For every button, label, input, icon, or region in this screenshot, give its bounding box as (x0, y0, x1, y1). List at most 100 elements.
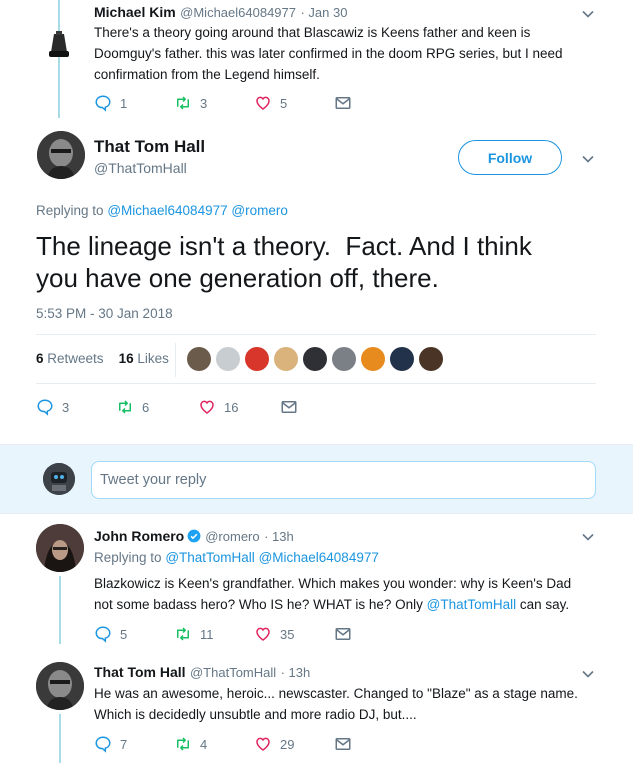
retweet-count: 3 (200, 95, 208, 111)
like-count: 29 (280, 736, 295, 752)
tweet-text: He was an awesome, heroic... newscaster.… (94, 683, 578, 725)
retweet-count: 6 (142, 399, 150, 415)
avatar[interactable] (303, 347, 327, 371)
retweet-button[interactable]: 11 (174, 625, 254, 643)
tweet-text-span: can say. (516, 597, 570, 612)
message-icon (280, 398, 298, 416)
author-handle[interactable]: @Michael64084977 (180, 5, 296, 20)
tweet-text-line: confirmation from the Legend himself. (94, 67, 320, 82)
caret-down-icon[interactable] (580, 151, 596, 167)
reply-button[interactable]: 1 (94, 94, 174, 112)
main-author: That Tom Hall @ThatTomHall (94, 137, 205, 176)
tweet-text-line: The lineage isn't a theory. Fact. And I … (36, 231, 532, 261)
reply-icon (94, 625, 112, 643)
main-tweet-text: The lineage isn't a theory. Fact. And I … (36, 230, 532, 294)
tweet-text-line: He was an awesome, heroic... newscaster.… (94, 686, 578, 701)
author-handle[interactable]: @romero (205, 529, 259, 544)
reply-count: 5 (120, 626, 128, 642)
divider (36, 334, 596, 335)
likes-stat[interactable]: 16 Likes (119, 351, 169, 366)
retweet-button[interactable]: 3 (174, 94, 254, 112)
like-button[interactable]: 16 (198, 398, 280, 416)
reply-button[interactable]: 7 (94, 735, 174, 753)
tweet-actions: 5 11 35 (94, 625, 414, 643)
tweet-text-span: not some badass hero? Who IS he? WHAT is… (94, 597, 427, 612)
reply-count: 3 (62, 399, 70, 415)
avatar[interactable] (37, 131, 85, 179)
tweet-time[interactable]: · Jan 30 (300, 5, 347, 20)
avatar[interactable] (216, 347, 240, 371)
tweet-time[interactable]: · 13h (264, 529, 294, 544)
verified-icon (187, 529, 201, 543)
mention-link[interactable]: @romero (231, 203, 287, 218)
author-name[interactable]: John Romero (94, 528, 184, 544)
tweet-actions: 1 3 5 (94, 94, 414, 112)
avatar[interactable] (419, 347, 443, 371)
reply-icon (94, 94, 112, 112)
reply-input[interactable]: Tweet your reply (91, 461, 596, 499)
message-button[interactable] (334, 94, 414, 112)
author-handle[interactable]: @ThatTomHall (190, 665, 276, 680)
message-button[interactable] (280, 398, 360, 416)
replying-prefix: Replying to (36, 203, 104, 218)
tweet-time[interactable]: · 13h (281, 665, 311, 680)
avatar[interactable] (390, 347, 414, 371)
message-icon (334, 625, 352, 643)
like-button[interactable]: 35 (254, 625, 334, 643)
tweet-actions: 7 4 29 (94, 735, 414, 753)
thread-line (59, 714, 61, 763)
retweet-icon (174, 625, 192, 643)
like-button[interactable]: 5 (254, 94, 334, 112)
message-button[interactable] (334, 625, 414, 643)
author-name[interactable]: Michael Kim (94, 4, 176, 20)
retweet-icon (116, 398, 134, 416)
mention-link[interactable]: @ThatTomHall (427, 597, 516, 612)
like-count: 5 (280, 95, 288, 111)
divider (36, 383, 596, 384)
author-handle[interactable]: @ThatTomHall (94, 160, 205, 176)
mention-link[interactable]: @Michael64084977 (107, 203, 227, 218)
avatar[interactable] (361, 347, 385, 371)
follow-button[interactable]: Follow (458, 140, 562, 175)
message-icon (334, 735, 352, 753)
avatar[interactable] (45, 30, 73, 62)
like-icon (198, 398, 216, 416)
like-icon (254, 735, 272, 753)
tweet-stats: 6 Retweets 16 Likes (36, 351, 169, 366)
avatar (43, 463, 75, 495)
avatar[interactable] (332, 347, 356, 371)
replying-prefix: Replying to (94, 550, 162, 565)
reply-button[interactable]: 5 (94, 625, 174, 643)
like-count: 16 (224, 399, 239, 415)
retweets-stat[interactable]: 6 Retweets (36, 351, 104, 366)
avatar[interactable] (274, 347, 298, 371)
avatar[interactable] (36, 524, 84, 572)
liker-avatars (187, 347, 448, 371)
avatar[interactable] (245, 347, 269, 371)
mention-link[interactable]: @ThatTomHall (165, 550, 254, 565)
retweet-count: 4 (200, 736, 208, 752)
reply-count: 1 (120, 95, 128, 111)
avatar[interactable] (187, 347, 211, 371)
like-icon (254, 625, 272, 643)
retweet-icon (174, 735, 192, 753)
like-button[interactable]: 29 (254, 735, 334, 753)
caret-down-icon[interactable] (580, 666, 596, 682)
message-icon (334, 94, 352, 112)
author-name[interactable]: That Tom Hall (94, 137, 205, 157)
author-name[interactable]: That Tom Hall (94, 664, 186, 680)
thread-line (59, 576, 61, 644)
tweet-text-line: Doomguy's father. this was later confirm… (94, 46, 563, 61)
replying-to: Replying to @ThatTomHall @Michael6408497… (94, 550, 379, 565)
avatar[interactable] (36, 662, 84, 710)
caret-down-icon[interactable] (580, 529, 596, 545)
message-button[interactable] (334, 735, 414, 753)
reply-button[interactable]: 3 (36, 398, 116, 416)
tweet-header: Michael Kim @Michael64084977 · Jan 30 (94, 4, 347, 22)
tweet-text-line: Blazkowicz is Keen's grandfather. Which … (94, 576, 572, 591)
retweet-button[interactable]: 4 (174, 735, 254, 753)
retweet-button[interactable]: 6 (116, 398, 198, 416)
mention-link[interactable]: @Michael64084977 (259, 550, 379, 565)
caret-down-icon[interactable] (580, 6, 596, 22)
tweet-timestamp[interactable]: 5:53 PM - 30 Jan 2018 (36, 306, 173, 321)
